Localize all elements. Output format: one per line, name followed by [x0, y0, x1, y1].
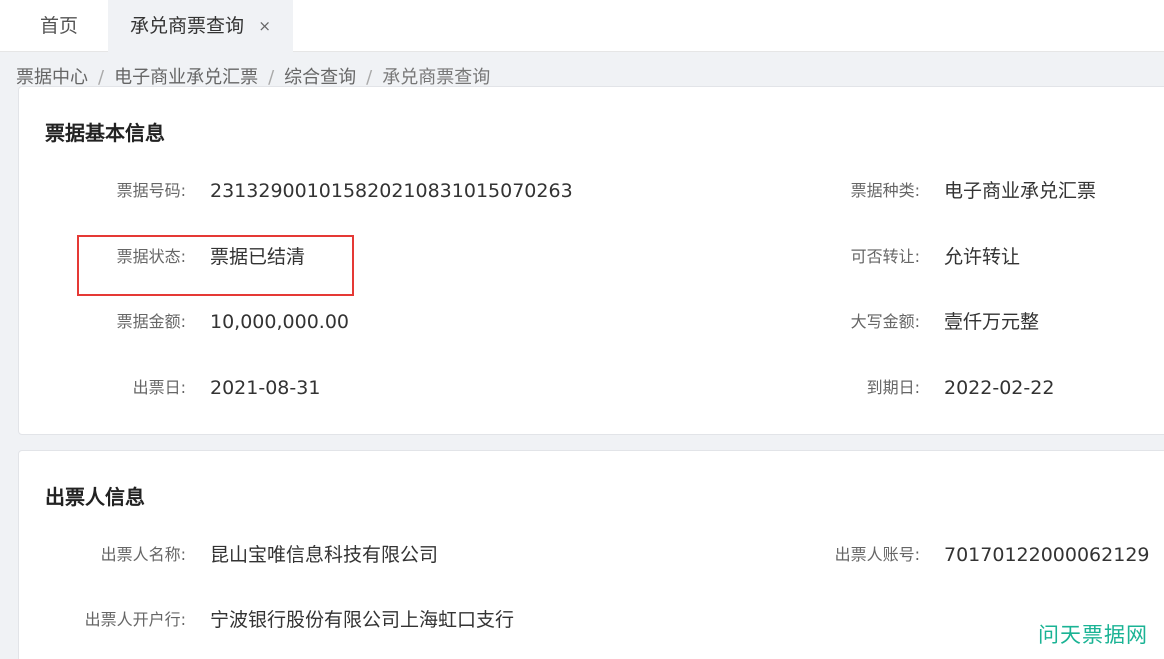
bill-no-label: 票据号码:	[116, 181, 186, 200]
breadcrumb-item-ecommercial-draft[interactable]: 电子商业承兑汇票	[114, 67, 258, 88]
tab-bill-query[interactable]: 承兑商票查询 ×	[108, 0, 293, 52]
drawer-info-title: 出票人信息	[45, 485, 145, 509]
issue-date-label: 出票日:	[132, 378, 186, 397]
amount-value: 10,000,000.00	[210, 311, 350, 333]
drawer-name-label: 出票人名称:	[100, 545, 186, 564]
drawer-bank-label: 出票人开户行:	[84, 610, 186, 629]
status-highlight-box	[77, 235, 354, 296]
tab-home[interactable]: 首页	[20, 0, 98, 52]
bill-no-value: 231329001015820210831015070263	[210, 180, 573, 202]
transferable-label: 可否转让:	[850, 247, 920, 266]
drawer-name-field: 出票人名称:	[40, 540, 186, 570]
close-icon[interactable]: ×	[258, 0, 271, 52]
tab-bill-query-label: 承兑商票查询	[130, 15, 245, 37]
transferable-value: 允许转让	[944, 246, 1021, 268]
breadcrumb-item-current: 承兑商票查询	[382, 67, 491, 88]
drawer-bank-value: 宁波银行股份有限公司上海虹口支行	[210, 609, 515, 631]
breadcrumb-separator: /	[98, 67, 105, 88]
amount-cn-field: 大写金额:	[760, 307, 920, 337]
drawer-account-label: 出票人账号:	[834, 545, 920, 564]
amount-cn-label: 大写金额:	[850, 312, 920, 331]
bill-basic-info-title: 票据基本信息	[45, 121, 165, 145]
drawer-account-field: 出票人账号:	[760, 540, 920, 570]
bill-type-value: 电子商业承兑汇票	[944, 180, 1097, 202]
due-date-value: 2022-02-22	[944, 377, 1055, 399]
watermark-logo: 问天票据网	[1038, 623, 1148, 647]
tab-bar: 首页 承兑商票查询 ×	[0, 0, 1164, 52]
amount-cn-value: 壹仟万元整	[944, 311, 1040, 333]
bill-type-field: 票据种类:	[760, 176, 920, 206]
transferable-field: 可否转让:	[760, 242, 920, 272]
drawer-name-value: 昆山宝唯信息科技有限公司	[210, 544, 439, 566]
breadcrumb-item-general-query[interactable]: 综合查询	[284, 67, 356, 88]
issue-date-field: 出票日:	[40, 373, 186, 403]
drawer-account-value: 70170122000062129	[944, 544, 1150, 566]
breadcrumb-separator: /	[268, 67, 275, 88]
drawer-bank-field: 出票人开户行:	[40, 605, 186, 635]
amount-label: 票据金额:	[116, 312, 186, 331]
bill-type-label: 票据种类:	[850, 181, 920, 200]
breadcrumb-separator: /	[366, 67, 373, 88]
due-date-label: 到期日:	[866, 378, 920, 397]
bill-no-field: 票据号码:	[40, 176, 186, 206]
due-date-field: 到期日:	[760, 373, 920, 403]
amount-field: 票据金额:	[40, 307, 186, 337]
issue-date-value: 2021-08-31	[210, 377, 321, 399]
breadcrumb-item-bill-center[interactable]: 票据中心	[16, 67, 88, 88]
